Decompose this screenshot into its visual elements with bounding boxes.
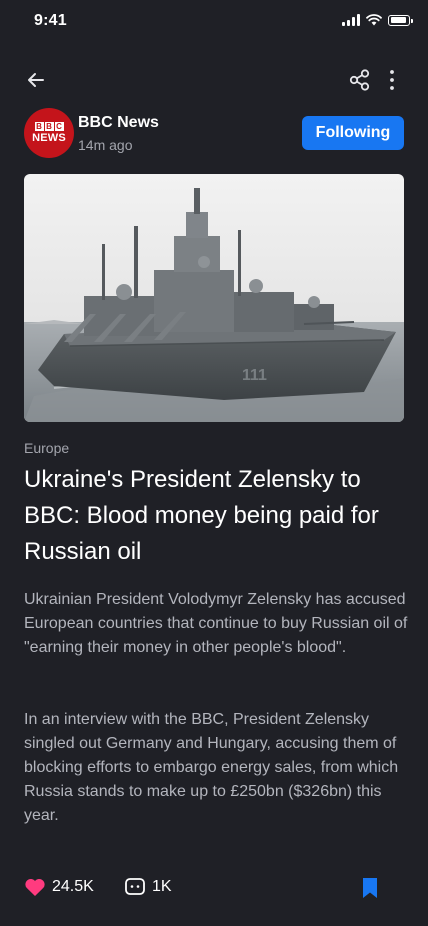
status-icons (342, 14, 413, 26)
status-bar: 9:41 (0, 0, 428, 44)
comment-button[interactable]: 1K (124, 874, 172, 900)
more-vertical-icon (390, 70, 394, 90)
battery-icon (388, 14, 413, 26)
source-time: 14m ago (78, 137, 133, 153)
bbc-logo-boxes: B B C (34, 122, 64, 131)
article-paragraph-1: Ukrainian President Volodymyr Zelensky h… (24, 591, 408, 656)
following-button[interactable]: Following (302, 116, 404, 150)
comment-count: 1K (152, 878, 172, 895)
bbc-logo-text: NEWS (32, 132, 66, 144)
article-screen: 9:41 B B C NEWS BBC News 14m ago Followi… (0, 0, 428, 926)
source-row: B B C NEWS BBC News 14m ago Following (24, 108, 404, 158)
like-button[interactable]: 24.5K (24, 874, 94, 900)
bbc-news-logo[interactable]: B B C NEWS (24, 108, 74, 158)
article-action-bar: 24.5K 1K (24, 872, 404, 902)
article-hero-image: 111 (24, 174, 404, 422)
comment-icon (125, 878, 145, 895)
wifi-icon (366, 14, 382, 26)
warship-image: 111 (24, 174, 404, 422)
bookmark-icon (363, 878, 377, 898)
article-category[interactable]: Europe (24, 440, 69, 456)
signal-icon (342, 14, 360, 26)
article-paragraph-2: In an interview with the BBC, President … (24, 711, 399, 824)
more-options-button[interactable] (380, 66, 404, 94)
bookmark-button[interactable] (358, 876, 382, 900)
back-button[interactable] (22, 66, 50, 94)
svg-text:111: 111 (242, 367, 267, 384)
share-icon (349, 69, 370, 91)
status-time: 9:41 (34, 12, 67, 29)
source-name[interactable]: BBC News (78, 114, 159, 132)
top-nav (0, 62, 428, 98)
arrow-left-icon (28, 73, 44, 87)
article-headline: Ukraine's President Zelensky to BBC: Blo… (24, 466, 379, 565)
share-button[interactable] (346, 66, 374, 94)
like-count: 24.5K (52, 878, 94, 895)
heart-icon (25, 878, 45, 896)
